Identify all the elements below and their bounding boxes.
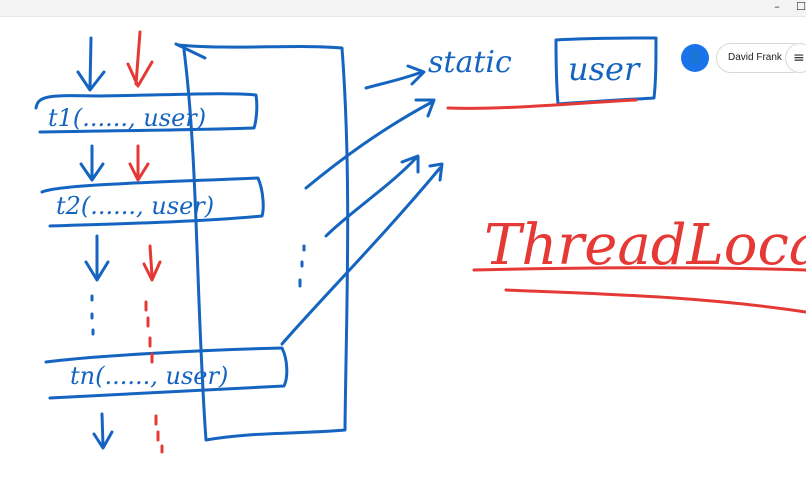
user-avatar[interactable]: 👤 (681, 44, 709, 72)
whiteboard-canvas[interactable]: t1(......, user) t2(......, user) tn(...… (0, 17, 806, 478)
thread-label-tn: tn(......, user) (70, 362, 228, 390)
hamburger-icon: ≡ (793, 50, 805, 66)
user-name: David Frank (728, 52, 782, 63)
threadlocal-title: ThreadLocal (484, 213, 806, 278)
thread-label-t1: t1(......, user) (48, 104, 206, 132)
person-icon: 👤 (686, 50, 704, 65)
thread-label-t2: t2(......, user) (56, 192, 214, 220)
window-titlebar: – ☐ (0, 0, 806, 17)
minimize-button[interactable]: – (766, 0, 788, 16)
static-keyword-text: static (428, 45, 512, 80)
maximize-button[interactable]: ☐ (790, 0, 806, 16)
ink-drawing: t1(......, user) t2(......, user) tn(...… (34, 30, 806, 454)
static-var-text: user (568, 50, 641, 88)
